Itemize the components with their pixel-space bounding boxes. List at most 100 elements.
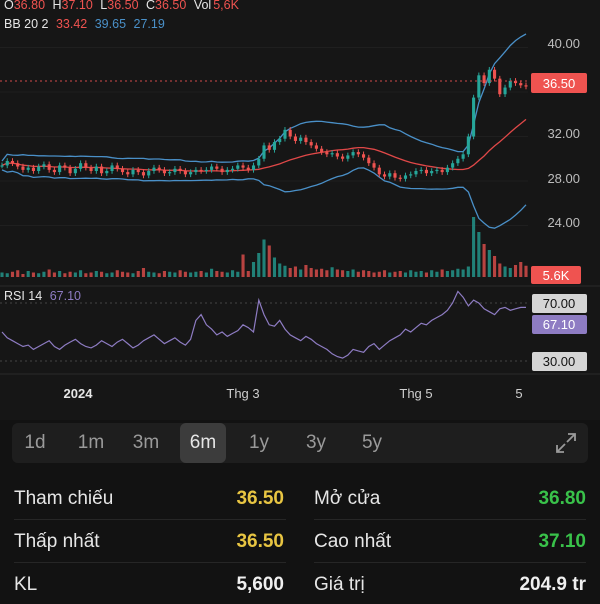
volume-bar (466, 266, 470, 277)
volume-bar (293, 266, 297, 277)
timeframe-selector: 1d 1m 3m 6m 1y 3y 5y (12, 423, 588, 463)
volume-bar (52, 272, 56, 277)
price-tick: 24.00 (547, 215, 580, 230)
volume-bar (304, 265, 308, 277)
volume-bar (325, 270, 329, 277)
timeframe-1m[interactable]: 1m (68, 423, 114, 463)
volume-bar (168, 271, 172, 277)
volume-bar (445, 271, 449, 277)
volume-bar (262, 239, 266, 277)
volume-bar (115, 270, 119, 277)
volume-bar (278, 263, 282, 277)
volume-bar (152, 272, 156, 277)
candle (466, 133, 470, 158)
x-tick: Thg 3 (226, 386, 259, 401)
volume-bar (236, 271, 240, 277)
volume-bar (288, 268, 292, 277)
volume-bar (414, 271, 418, 277)
rsi-current-label: 67.10 (543, 317, 576, 332)
high-label: Cao nhất (314, 531, 392, 552)
volume-bar (419, 271, 423, 277)
timeframe-3y[interactable]: 3y (293, 423, 339, 463)
rsi-level-label: 30.00 (543, 354, 576, 369)
volume-bar (372, 272, 376, 277)
timeframe-3m[interactable]: 3m (123, 423, 169, 463)
volume-bar (388, 272, 392, 277)
volume-bar (524, 265, 528, 277)
price-chart[interactable]: O36.80 H37.10 L36.50 C36.50 Vol 5,6K BB 2… (0, 0, 600, 420)
volume-bar (68, 271, 72, 277)
volume-bar (31, 272, 35, 277)
candle (477, 72, 481, 101)
volume-bar (430, 270, 434, 277)
volume-bar (225, 272, 229, 277)
stats-row: KL 5,600 Giá trị 204.9 tr (0, 564, 600, 604)
rsi-level-label: 70.00 (543, 296, 576, 311)
volume-bar (367, 271, 371, 277)
price-tick: 32.00 (547, 126, 580, 141)
volume-bar (131, 273, 135, 277)
volume-bar (231, 270, 235, 277)
volume-bar (246, 271, 250, 277)
volume-bar (409, 270, 413, 277)
volume-bar (189, 272, 193, 277)
reference-value: 36.50 (236, 488, 284, 509)
volume-bar (105, 273, 109, 277)
volume-bar (220, 271, 224, 277)
stats-row: Thấp nhất 36.50 Cao nhất 37.10 (0, 521, 600, 561)
volume-bar (398, 271, 402, 277)
candle (262, 142, 266, 162)
volume-bar (382, 270, 387, 277)
volume-bar (215, 271, 219, 277)
volume-bar (136, 271, 140, 277)
timeframe-6m[interactable]: 6m (180, 423, 226, 463)
volume-bar (89, 272, 93, 277)
volume-bar (330, 267, 334, 277)
volume-bar (503, 266, 507, 277)
volume-bar (456, 268, 460, 277)
volume-label: KL (14, 574, 38, 595)
timeframe-5y[interactable]: 5y (349, 423, 395, 463)
volume-bar (320, 268, 324, 277)
volume-bar (63, 273, 67, 277)
volume-bar (0, 272, 4, 277)
volume-bar (472, 217, 476, 277)
stats-row: Tham chiếu 36.50 Mở cửa 36.80 (0, 478, 600, 518)
volume-bar (314, 269, 318, 277)
volume-bar (403, 272, 408, 277)
volume-bar (194, 271, 198, 277)
volume-bar (351, 269, 355, 277)
value-value: 204.9 tr (519, 574, 586, 595)
volume-value: 5,600 (236, 574, 284, 595)
volume-bar (100, 271, 104, 277)
volume-bar (519, 262, 523, 277)
volume-bar (272, 257, 277, 277)
volume-bar (346, 271, 350, 277)
volume-bar (257, 253, 261, 277)
bb-header: BB 20 2 33.42 39.65 27.19 (4, 17, 165, 31)
low-label: Thấp nhất (14, 531, 100, 552)
volume-bar (493, 256, 497, 277)
volume-bar (147, 271, 151, 277)
expand-icon[interactable] (554, 431, 578, 455)
high-value: 37.10 (538, 531, 586, 552)
timeframe-1d[interactable]: 1d (12, 423, 58, 463)
volume-bar (120, 271, 125, 277)
timeframe-1y[interactable]: 1y (236, 423, 282, 463)
volume-bar (498, 263, 502, 277)
volume-bar (341, 270, 345, 277)
volume-label: 5.6K (543, 268, 570, 283)
volume-bar (309, 268, 313, 277)
value-label: Giá trị (314, 574, 365, 595)
rsi-header: RSI 14 67.10 (4, 289, 81, 303)
volume-bar (157, 273, 161, 277)
current-price-label: 36.50 (543, 76, 576, 91)
volume-bar (393, 271, 397, 277)
candle (498, 75, 502, 98)
volume-bar (47, 269, 51, 277)
volume-bar (204, 272, 208, 277)
volume-bar (126, 272, 130, 277)
reference-label: Tham chiếu (14, 488, 114, 509)
volume-bar (210, 268, 214, 277)
volume-bar (178, 270, 182, 277)
